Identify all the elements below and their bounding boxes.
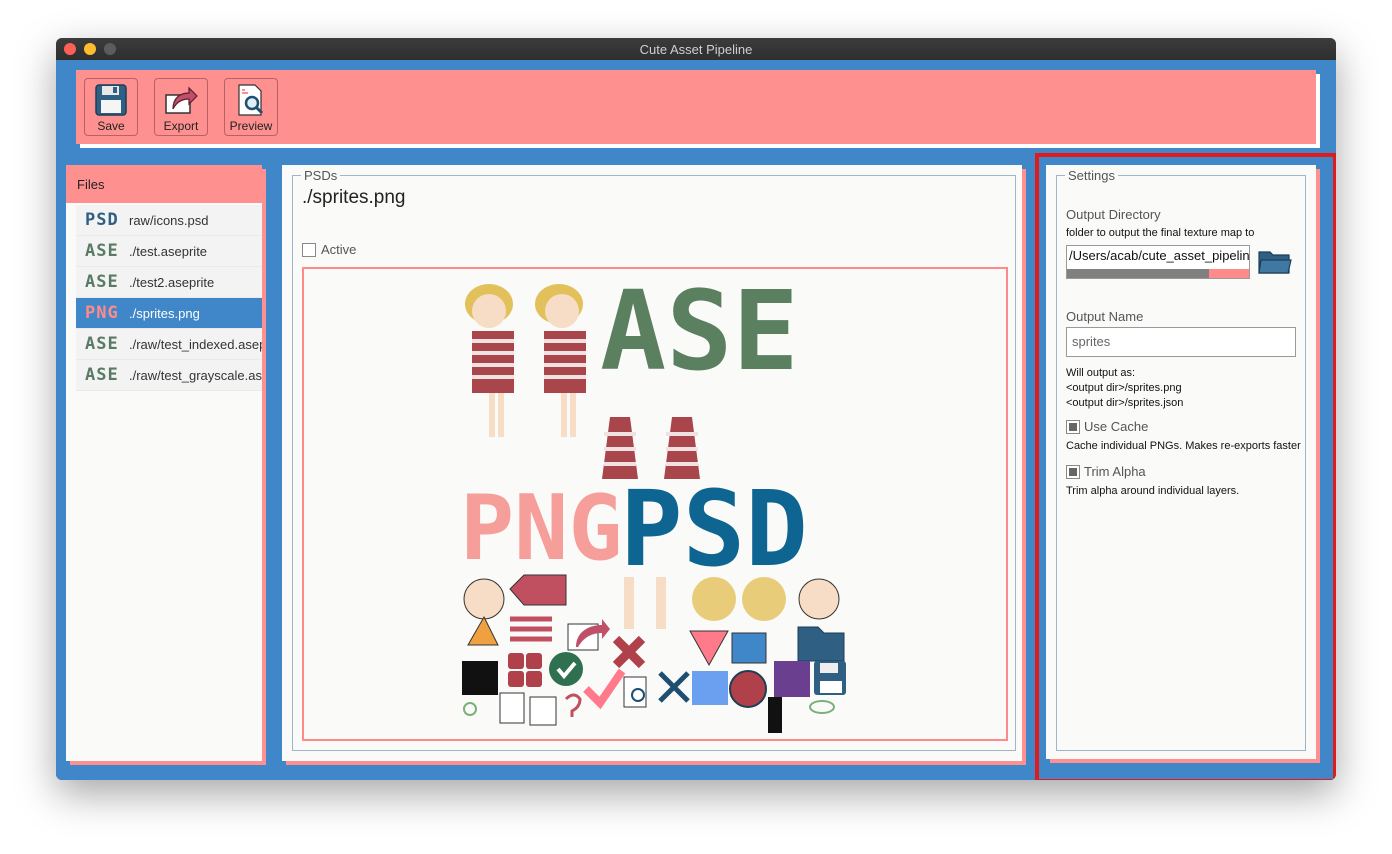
- settings-group-title: Settings: [1065, 168, 1118, 183]
- ase-file-icon: ASE: [85, 241, 119, 261]
- file-item-icons-psd[interactable]: PSD raw/icons.psd: [76, 205, 262, 236]
- file-item-label: ./test2.aseprite: [129, 275, 215, 290]
- app-window: Cute Asset Pipeline Save Export Preview …: [56, 38, 1336, 780]
- floppy-disk-icon: [95, 84, 127, 116]
- use-cache-desc: Cache individual PNGs. Makes re-exports …: [1066, 440, 1301, 452]
- output-directory-scrollbar[interactable]: [1067, 269, 1209, 278]
- preview-magnifier-icon: [238, 84, 264, 116]
- output-directory-field[interactable]: /Users/acab/cute_asset_pipeline: [1066, 245, 1250, 279]
- psds-panel: PSDs ./sprites.png Active ASE PNG PSD: [282, 165, 1022, 761]
- trim-alpha-label: Trim Alpha: [1084, 464, 1146, 479]
- psd-text: PSD: [620, 468, 808, 590]
- output-directory-label: Output Directory: [1066, 207, 1161, 222]
- save-label: Save: [97, 119, 125, 133]
- ase-file-icon: ASE: [85, 334, 119, 354]
- file-item-label: ./raw/test_grayscale.aseprite: [129, 368, 262, 383]
- export-button[interactable]: Export: [154, 78, 208, 136]
- use-cache-checkbox[interactable]: [1066, 420, 1080, 434]
- psd-file-icon: PSD: [85, 210, 119, 230]
- file-item-test-indexed[interactable]: ASE ./raw/test_indexed.aseprite: [76, 329, 262, 360]
- active-label: Active: [321, 242, 357, 257]
- file-item-sprites-png[interactable]: PNG ./sprites.png: [76, 298, 262, 329]
- files-header: Files: [66, 165, 262, 203]
- trim-alpha-checkbox[interactable]: [1066, 465, 1080, 479]
- save-button[interactable]: Save: [84, 78, 138, 136]
- export-label: Export: [163, 119, 199, 133]
- files-header-label: Files: [77, 177, 105, 192]
- active-checkbox[interactable]: [302, 243, 316, 257]
- main-content: Save Export Preview Files PSD raw/icons.…: [56, 60, 1336, 780]
- file-item-test2-aseprite[interactable]: ASE ./test2.aseprite: [76, 267, 262, 298]
- output-directory-value: /Users/acab/cute_asset_pipeline: [1069, 248, 1250, 263]
- girl-sprite: [535, 284, 586, 437]
- file-item-label: ./test.aseprite: [129, 244, 208, 259]
- output-name-value: sprites: [1072, 334, 1111, 349]
- file-item-test-aseprite[interactable]: ASE ./test.aseprite: [76, 236, 262, 267]
- export-arrow-icon: [165, 86, 198, 114]
- png-file-icon: PNG: [85, 303, 119, 323]
- sprite-atlas-image: ASE PNG PSD: [460, 267, 846, 733]
- window-title: Cute Asset Pipeline: [639, 42, 753, 57]
- output-json-path: <output dir>/sprites.json: [1066, 397, 1184, 409]
- file-item-test-grayscale[interactable]: ASE ./raw/test_grayscale.aseprite: [76, 360, 262, 391]
- sprite-preview: ASE PNG PSD: [302, 267, 1008, 741]
- psds-group-title: PSDs: [301, 168, 341, 183]
- ase-text: ASE: [600, 269, 799, 395]
- file-item-label: raw/icons.psd: [129, 213, 209, 228]
- output-png-path: <output dir>/sprites.png: [1066, 382, 1182, 394]
- trim-alpha-desc: Trim alpha around individual layers.: [1066, 485, 1240, 497]
- toolbar: Save Export Preview: [76, 70, 1316, 144]
- output-name-field[interactable]: sprites: [1066, 327, 1296, 357]
- will-output-as-label: Will output as:: [1066, 367, 1136, 379]
- ase-file-icon: ASE: [85, 365, 119, 385]
- preview-button[interactable]: Preview: [224, 78, 278, 136]
- file-item-label: ./raw/test_indexed.aseprite: [129, 337, 262, 352]
- png-text: PNG: [460, 476, 623, 581]
- file-list: PSD raw/icons.psd ASE ./test.aseprite AS…: [76, 205, 262, 391]
- icon-sprites: [462, 574, 846, 733]
- use-cache-label: Use Cache: [1084, 419, 1149, 434]
- output-directory-desc: folder to output the final texture map t…: [1066, 227, 1255, 239]
- output-name-label: Output Name: [1066, 309, 1144, 324]
- psd-file-title: ./sprites.png: [302, 187, 406, 208]
- output-directory-scroll-thumb[interactable]: [1209, 269, 1249, 278]
- folder-icon[interactable]: [1258, 249, 1292, 275]
- title-bar: Cute Asset Pipeline: [56, 38, 1336, 61]
- preview-label: Preview: [229, 119, 273, 133]
- files-panel: Files PSD raw/icons.psd ASE ./test.asepr…: [66, 165, 262, 761]
- ase-file-icon: ASE: [85, 272, 119, 292]
- girl-sprite: [465, 284, 514, 437]
- settings-panel: Settings Output Directory folder to outp…: [1046, 165, 1316, 759]
- file-item-label: ./sprites.png: [129, 306, 200, 321]
